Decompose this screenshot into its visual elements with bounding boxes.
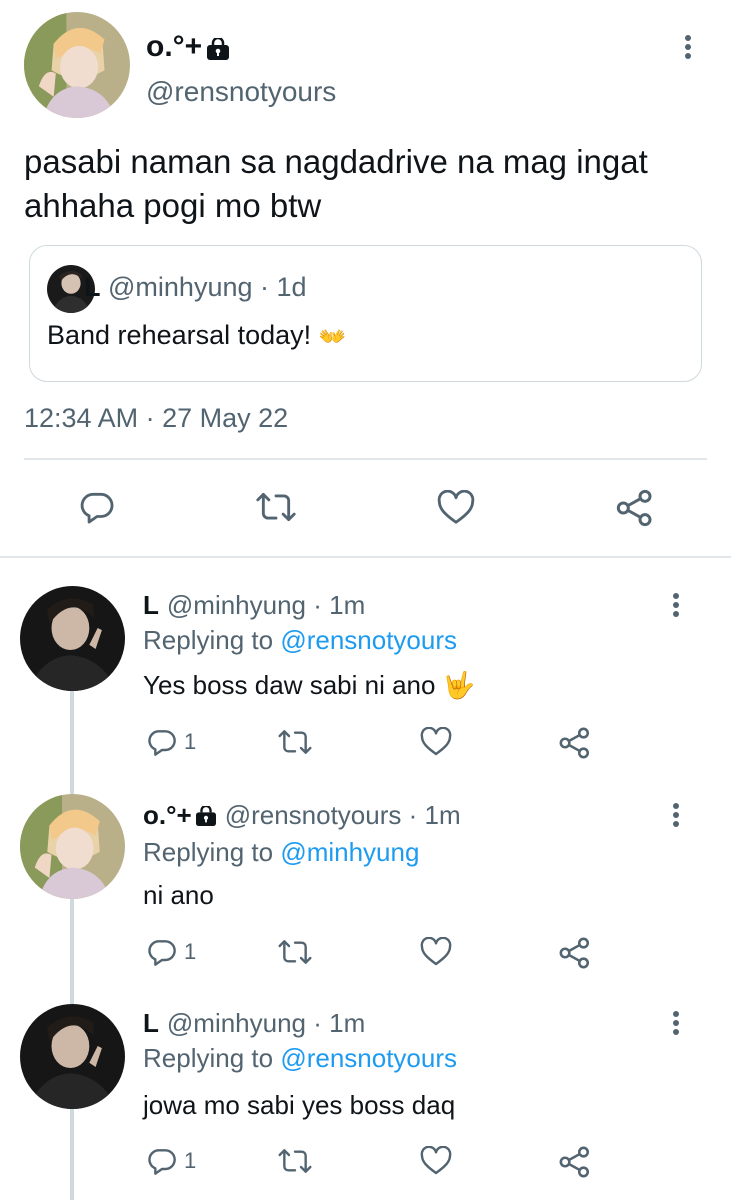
reply-count: 1 [184, 729, 197, 754]
reply-display-name[interactable]: L [143, 590, 159, 621]
share-button[interactable] [558, 726, 592, 760]
like-button[interactable] [420, 727, 452, 757]
rock-on-emoji: 🤟 [442, 670, 476, 700]
heart-icon [420, 937, 452, 966]
reply-text: Yes boss daw sabi ni ano 🤟 [143, 670, 476, 700]
like-button[interactable] [420, 1146, 452, 1176]
more-options-icon[interactable] [666, 1008, 686, 1038]
lock-icon [195, 805, 216, 826]
retweet-icon [278, 1149, 312, 1173]
reply-meta: L @minhyung · 1m [143, 590, 366, 621]
reply-handle[interactable]: @minhyung [167, 1008, 306, 1039]
retweet-icon [256, 492, 296, 522]
reply-display-name[interactable]: L [143, 1008, 159, 1039]
share-button[interactable] [558, 1145, 592, 1179]
lock-icon [207, 38, 230, 60]
reply-button[interactable] [78, 488, 116, 526]
reply-text: jowa mo sabi yes boss daq [143, 1090, 456, 1120]
reply-count: 1 [184, 1148, 197, 1173]
retweet-icon [278, 730, 312, 754]
like-button[interactable] [420, 937, 452, 967]
reply-handle[interactable]: @rensnotyours [225, 800, 402, 831]
retweet-button[interactable] [255, 488, 297, 526]
share-icon [616, 489, 652, 527]
replying-to: Replying to @minhyung [143, 837, 420, 867]
heart-icon [437, 490, 475, 524]
quoted-display-name[interactable]: L [84, 272, 101, 302]
reply-avatar[interactable] [20, 794, 125, 899]
heart-icon [420, 1146, 452, 1175]
more-options-icon[interactable] [666, 590, 686, 620]
retweet-button[interactable] [277, 726, 313, 758]
tweet-timestamp[interactable]: 12:34 AM · 27 May 22 [24, 403, 288, 434]
mention-link[interactable]: @rensnotyours [280, 625, 457, 655]
reply-meta: L @minhyung · 1m [143, 1008, 366, 1039]
share-icon [559, 1146, 590, 1178]
tweet-text: pasabi naman sa nagdadrive na mag ingat … [24, 143, 648, 224]
reply-text: ni ano [143, 880, 214, 910]
reply-icon [80, 492, 114, 524]
replying-to: Replying to @rensnotyours [143, 1043, 458, 1073]
more-options-icon[interactable] [666, 800, 686, 830]
quoted-meta: L @minhyung · 1d [84, 272, 307, 303]
share-icon [559, 937, 590, 969]
reply-icon [148, 730, 176, 756]
reply-age: 1m [424, 800, 461, 830]
like-button[interactable] [437, 490, 475, 526]
reply-count: 1 [184, 939, 197, 964]
main-handle[interactable]: @rensnotyours [146, 76, 336, 108]
reply-button[interactable]: 1 [146, 726, 196, 758]
retweet-button[interactable] [277, 936, 313, 968]
thread-line [70, 690, 74, 1200]
quoted-sep: · [260, 272, 270, 302]
main-avatar[interactable] [24, 12, 130, 118]
quoted-age: 1d [276, 272, 307, 302]
quoted-text: Band rehearsal today! 👐 [47, 320, 347, 350]
quoted-tweet[interactable] [29, 245, 702, 382]
section-divider [0, 556, 731, 558]
retweet-icon [278, 940, 312, 964]
reply-meta: o.°+ @rensnotyours · 1m [143, 800, 461, 831]
reply-avatar[interactable] [20, 1004, 125, 1109]
share-button[interactable] [558, 936, 592, 970]
reply-age: 1m [329, 590, 366, 620]
reply-handle[interactable]: @minhyung [167, 590, 306, 621]
reply-icon [148, 1149, 176, 1175]
more-options-icon[interactable] [678, 32, 698, 62]
reply-age: 1m [329, 1008, 366, 1038]
quoted-handle[interactable]: @minhyung [108, 272, 252, 302]
replying-to: Replying to @rensnotyours [143, 625, 458, 655]
divider [24, 458, 707, 460]
share-button[interactable] [615, 488, 655, 528]
mention-link[interactable]: @rensnotyours [280, 1043, 457, 1073]
open-hands-emoji: 👐 [318, 324, 347, 349]
reply-display-name[interactable]: o.°+ [143, 800, 217, 831]
share-icon [559, 727, 590, 759]
mention-link[interactable]: @minhyung [280, 837, 419, 867]
main-display-name[interactable]: o.°+ [146, 30, 230, 64]
reply-avatar[interactable] [20, 586, 125, 691]
reply-button[interactable]: 1 [146, 936, 196, 968]
reply-icon [148, 940, 176, 966]
heart-icon [420, 727, 452, 756]
reply-button[interactable]: 1 [146, 1145, 196, 1177]
retweet-button[interactable] [277, 1145, 313, 1177]
